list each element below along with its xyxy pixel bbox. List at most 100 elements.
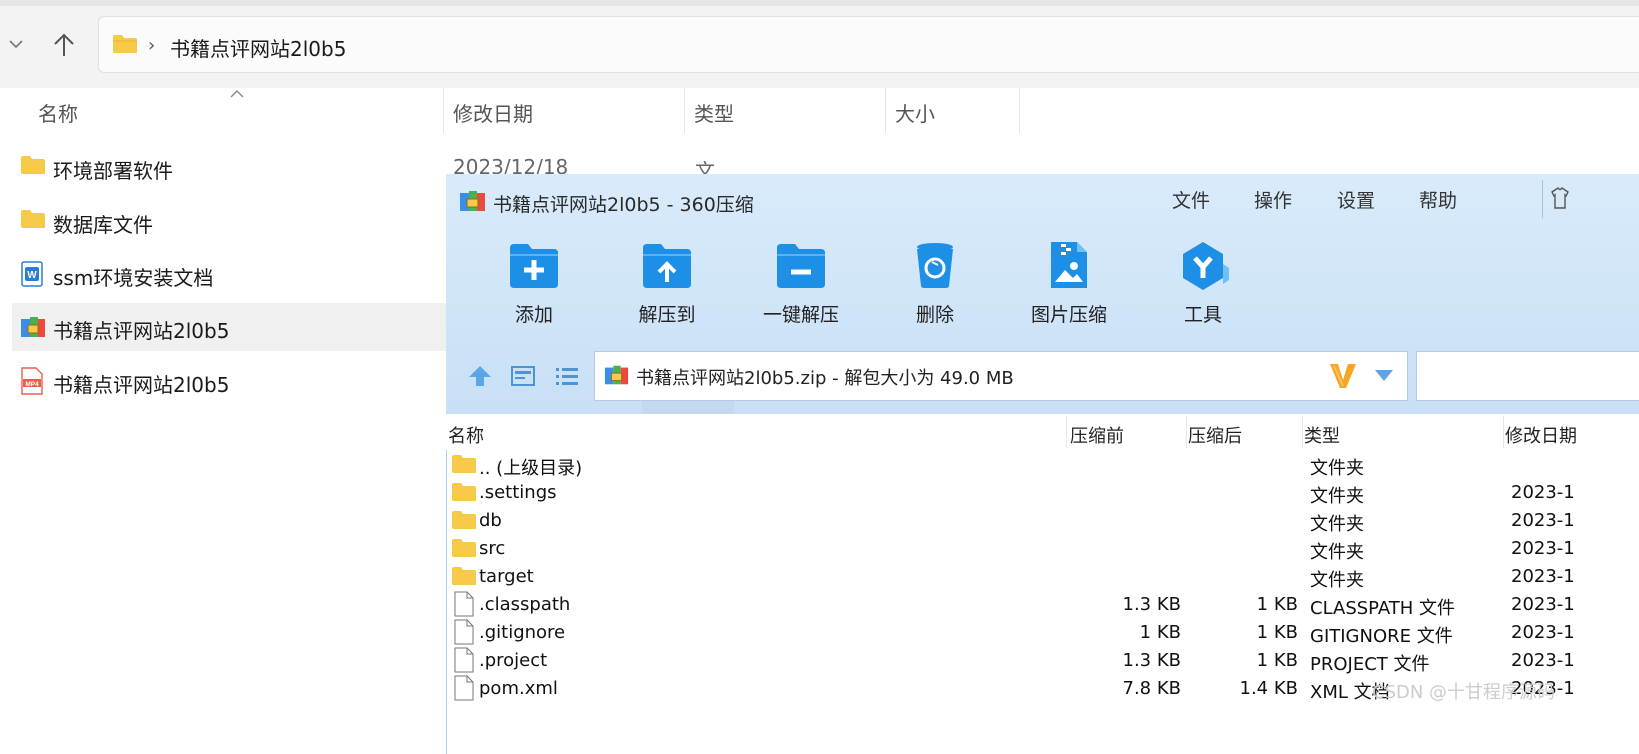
size-after: 1.4 KB [1239, 678, 1299, 699]
column-divider[interactable] [1019, 88, 1020, 133]
size-before: 1.3 KB [1122, 594, 1182, 615]
delete-label: 删除 [915, 304, 954, 326]
column-header-type[interactable]: 类型 [694, 98, 734, 127]
table-row[interactable]: target 文件夹 2023-1 [446, 563, 1639, 591]
folder-icon [451, 482, 477, 506]
file-icon [454, 675, 474, 705]
column-header-before[interactable]: 压缩前 [1070, 422, 1124, 448]
svg-text:MP4: MP4 [25, 381, 39, 388]
list-view-icon[interactable] [555, 365, 579, 391]
file-name: pom.xml [479, 678, 558, 699]
table-row[interactable]: .settings 文件夹 2023-1 [446, 479, 1639, 507]
menu-help[interactable]: 帮助 [1419, 186, 1457, 213]
chevron-down-icon[interactable] [6, 34, 26, 58]
column-header-size[interactable]: 大小 [895, 98, 935, 127]
file-name: .. (上级目录) [479, 458, 583, 479]
list-item[interactable]: 环境部署软件 2023/12/18 11:20 文件夹 [0, 143, 715, 241]
delete-button[interactable]: 删除 [880, 240, 990, 327]
list-item[interactable]: MP4 书籍点评网站2l0b5 [0, 357, 446, 405]
one-click-extract-label: 一键解压 [762, 304, 839, 326]
column-header-type[interactable]: 类型 [1304, 422, 1340, 448]
one-click-extract-icon [777, 244, 825, 288]
table-row[interactable]: .. (上级目录) 文件夹 [446, 451, 1639, 479]
add-button[interactable]: 添加 [479, 240, 589, 327]
menu-divider [1542, 180, 1543, 218]
column-divider[interactable] [885, 88, 886, 133]
file-icon [454, 619, 474, 649]
add-label: 添加 [514, 304, 553, 326]
file-date: 2023-1 [1511, 594, 1575, 615]
file-date: 2023-1 [1511, 622, 1575, 643]
size-after: 1 KB [1256, 594, 1298, 615]
table-row[interactable]: .project 1.3 KB 1 KB PROJECT 文件 2023-1 [446, 647, 1639, 675]
column-divider[interactable] [443, 88, 444, 133]
file-name: .classpath [479, 594, 571, 615]
file-name: db [479, 510, 502, 531]
file-name: .settings [479, 482, 557, 503]
column-divider[interactable] [1302, 416, 1303, 448]
folder-icon [451, 538, 477, 562]
tools-icon [1183, 242, 1229, 290]
column-header-after[interactable]: 压缩后 [1188, 422, 1242, 448]
file-name: 数据库文件 [53, 213, 153, 237]
detail-view-icon[interactable] [511, 365, 535, 391]
dropdown-arrow-icon[interactable] [1374, 368, 1394, 387]
column-divider[interactable] [1186, 416, 1187, 448]
watermark: CSDN @十甘程序源码 [1372, 682, 1556, 703]
menu-operate[interactable]: 操作 [1254, 186, 1292, 213]
table-row[interactable]: src 文件夹 2023-1 [446, 535, 1639, 563]
word-doc-icon: W [20, 261, 44, 291]
column-divider[interactable] [1066, 416, 1067, 448]
extract-to-label: 解压到 [638, 304, 696, 326]
column-header-name[interactable]: 名称 [448, 422, 484, 448]
file-type: 文件夹 [1310, 458, 1364, 479]
list-item[interactable]: W ssm环境安装文档 [0, 250, 446, 298]
size-before: 1 KB [1139, 622, 1181, 643]
table-row[interactable]: .classpath 1.3 KB 1 KB CLASSPATH 文件 2023… [446, 591, 1639, 619]
file-date: 2023-1 [1511, 510, 1575, 531]
up-arrow-icon[interactable] [52, 32, 76, 62]
folder-icon [451, 510, 477, 534]
archive-icon [604, 362, 630, 392]
file-icon [454, 647, 474, 677]
column-header-modified[interactable]: 修改日期 [453, 98, 533, 127]
tools-button[interactable]: 工具 [1148, 240, 1258, 327]
file-date: 2023-1 [1511, 650, 1575, 671]
up-level-icon[interactable] [467, 364, 493, 392]
file-name: 书籍点评网站2l0b5 [53, 319, 230, 343]
breadcrumb[interactable]: 书籍点评网站2l0b5 [170, 33, 346, 62]
file-date: 2023-1 [1511, 538, 1575, 559]
delete-bin-icon [917, 243, 953, 288]
column-header-name[interactable]: 名称 [38, 98, 78, 127]
path-bar-shadow [642, 401, 734, 414]
skin-icon[interactable] [1550, 186, 1570, 214]
size-after: 1 KB [1256, 650, 1298, 671]
column-divider[interactable] [684, 88, 685, 133]
file-type: CLASSPATH 文件 [1310, 598, 1456, 619]
table-row[interactable]: .gitignore 1 KB 1 KB GITIGNORE 文件 2023-1 [446, 619, 1639, 647]
image-compress-icon [1051, 242, 1087, 288]
one-click-extract-button[interactable]: 一键解压 [746, 240, 856, 327]
mp4-icon: MP4 [20, 367, 44, 399]
svg-text:W: W [27, 270, 37, 281]
size-before: 1.3 KB [1122, 650, 1182, 671]
column-header-modified[interactable]: 修改日期 [1505, 422, 1577, 448]
extract-to-button[interactable]: 解压到 [612, 240, 722, 327]
file-type: GITIGNORE 文件 [1310, 626, 1453, 647]
table-row[interactable]: db 文件夹 2023-1 [446, 507, 1639, 535]
column-divider[interactable] [1503, 416, 1504, 448]
folder-icon [451, 566, 477, 590]
menu-file[interactable]: 文件 [1172, 186, 1210, 213]
file-name: 环境部署软件 [53, 159, 173, 183]
folder-icon [20, 209, 46, 233]
folder-icon [451, 454, 477, 478]
archive-icon [19, 313, 47, 345]
list-item-selected[interactable]: 书籍点评网站2l0b5 [12, 303, 446, 351]
search-input[interactable] [1416, 351, 1639, 401]
image-compress-button[interactable]: 图片压缩 [1014, 240, 1124, 327]
menu-settings[interactable]: 设置 [1337, 186, 1375, 213]
archive-icon [459, 188, 487, 218]
list-item[interactable]: 数据库文件 [0, 197, 446, 245]
v-logo-icon[interactable] [1328, 362, 1358, 394]
file-name: .gitignore [479, 622, 566, 643]
